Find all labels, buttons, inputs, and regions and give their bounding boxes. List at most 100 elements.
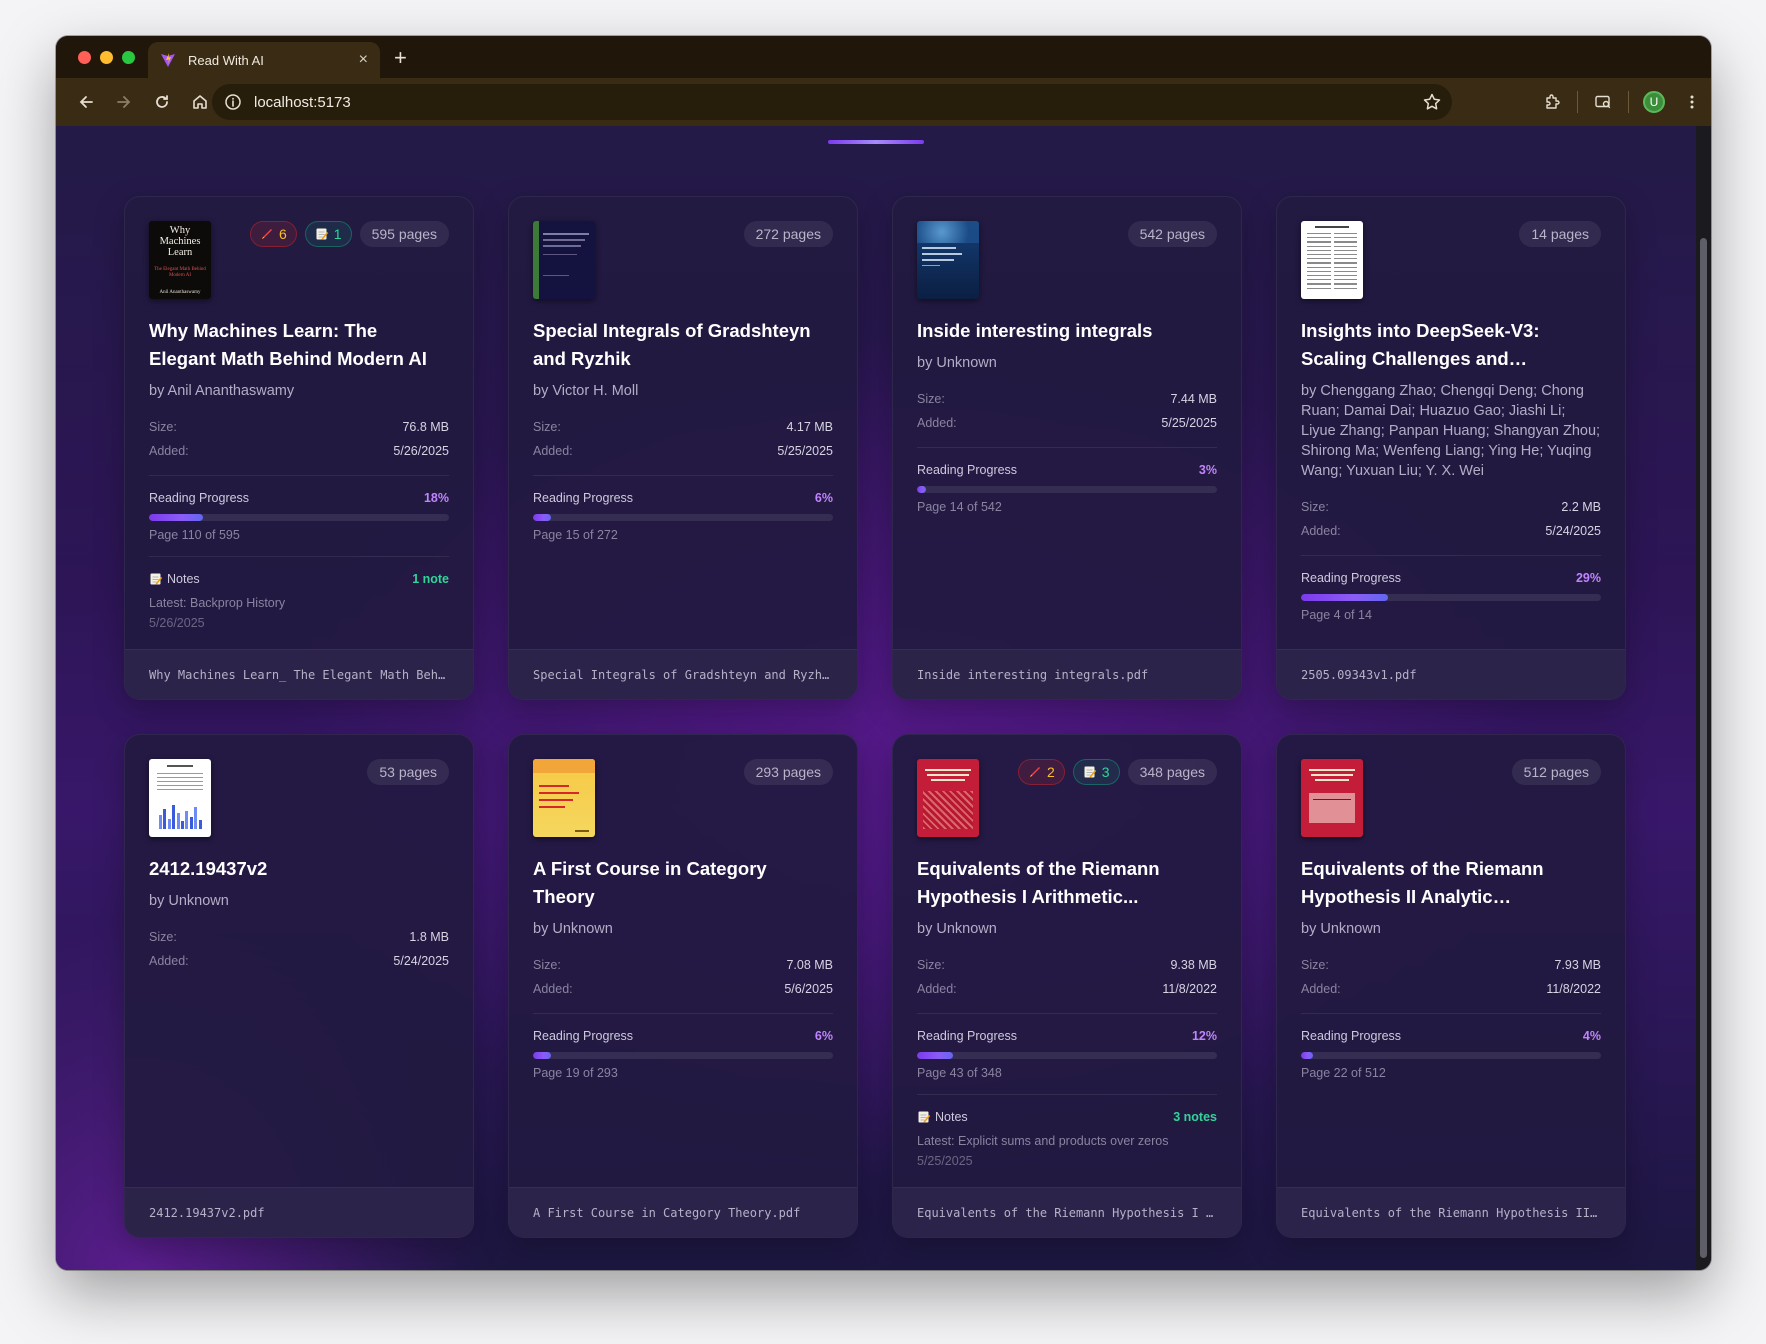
book-meta: Size: 7.44 MB Added: 5/25/2025 [917, 387, 1217, 435]
book-badges: 2 3 348 pages [1018, 759, 1217, 785]
card-footer: Equivalents of the Riemann Hypothesis II… [1277, 1187, 1625, 1237]
latest-note[interactable]: Latest: Backprop History [149, 593, 449, 613]
size-value: 76.8 MB [402, 420, 449, 434]
url-text: localhost:5173 [254, 93, 351, 111]
forward-button[interactable] [106, 84, 142, 120]
book-author: by Unknown [533, 921, 613, 937]
size-value: 7.08 MB [786, 958, 833, 972]
reload-button[interactable] [144, 84, 180, 120]
notes-count: 1 [333, 226, 342, 242]
reading-progress: Reading Progress 4% Page 22 of 512 [1301, 1013, 1601, 1082]
new-tab-button[interactable]: + [394, 45, 407, 71]
book-title[interactable]: Equivalents of the Riemann Hypothesis I … [917, 855, 1217, 911]
memo-icon [316, 228, 328, 240]
divider [533, 475, 833, 476]
book-card[interactable]: 542 pages Inside interesting integrals b… [892, 196, 1242, 700]
page-count-badge: 272 pages [743, 221, 833, 247]
book-card[interactable]: 2 3 348 pages Equivalents of the Riemann… [892, 734, 1242, 1238]
size-label: Size: [533, 420, 561, 434]
maximize-window-button[interactable] [122, 51, 135, 64]
size-value: 2.2 MB [1561, 500, 1601, 514]
minimize-window-button[interactable] [100, 51, 113, 64]
book-badges: 14 pages [1519, 221, 1601, 247]
tab-strip: Read With AI × + [56, 36, 1711, 78]
page-count-badge: 14 pages [1519, 221, 1601, 247]
size-label: Size: [149, 930, 177, 944]
highlighter-icon [1030, 767, 1040, 777]
progress-bar [917, 486, 1217, 493]
progress-percent: 6% [814, 1029, 833, 1043]
file-name: Equivalents of the Riemann Hypothesis II… [1301, 1205, 1601, 1220]
book-card[interactable]: 14 pages Insights into DeepSeek-V3: Scal… [1276, 196, 1626, 700]
extensions-button[interactable] [1533, 84, 1571, 120]
browser-tab[interactable]: Read With AI × [148, 42, 380, 78]
browser-menu-button[interactable] [1673, 84, 1711, 120]
site-info-icon[interactable] [224, 93, 242, 111]
book-author: by Unknown [917, 355, 997, 371]
book-cover [917, 221, 979, 299]
latest-note-date: 5/26/2025 [149, 616, 205, 630]
page-position: Page 14 of 542 [917, 500, 1002, 514]
reading-progress-label: Reading Progress [917, 463, 1018, 477]
back-button[interactable] [68, 84, 104, 120]
card-footer: Why Machines Learn_ The Elegant Math Beh… [125, 649, 473, 699]
divider [149, 475, 449, 476]
book-author: by Anil Ananthaswamy [149, 383, 295, 399]
notes-count-label[interactable]: 1 note [412, 569, 449, 589]
book-cover [533, 221, 595, 299]
reading-progress: Reading Progress 6% Page 19 of 293 [533, 1013, 833, 1082]
tab-close-icon[interactable]: × [359, 51, 368, 69]
book-card[interactable]: 293 pages A First Course in Category The… [508, 734, 858, 1238]
size-label: Size: [533, 958, 561, 972]
size-value: 9.38 MB [1170, 958, 1217, 972]
book-title[interactable]: A First Course in Category Theory [533, 855, 833, 911]
window-controls [78, 51, 135, 64]
book-cover [1301, 759, 1363, 837]
notes-count-label[interactable]: 3 notes [1173, 1107, 1217, 1127]
reading-progress: Reading Progress 12% Page 43 of 348 [917, 1013, 1217, 1082]
book-cover [149, 759, 211, 837]
book-card[interactable]: 53 pages 2412.19437v2 by Unknown Size: 1.… [124, 734, 474, 1238]
address-bar[interactable]: localhost:5173 [212, 84, 1452, 120]
book-title[interactable]: Special Integrals of Gradshteyn and Ryzh… [533, 317, 833, 373]
book-title[interactable]: Equivalents of the Riemann Hypothesis II… [1301, 855, 1601, 911]
book-card[interactable]: Why Machines Learn The Elegant Math Behin… [124, 196, 474, 700]
more-vertical-icon [1690, 95, 1694, 109]
scrollbar-thumb[interactable] [1700, 238, 1707, 1258]
progress-bar [1301, 594, 1601, 601]
divider [149, 556, 449, 557]
book-title[interactable]: Inside interesting integrals [917, 317, 1217, 345]
bookmark-star-icon[interactable] [1422, 92, 1442, 112]
highlights-badge: 2 [1018, 759, 1065, 785]
book-card[interactable]: 512 pages Equivalents of the Riemann Hyp… [1276, 734, 1626, 1238]
book-title[interactable]: 2412.19437v2 [149, 855, 449, 883]
close-window-button[interactable] [78, 51, 91, 64]
book-meta: Size: 7.93 MB Added: 11/8/2022 [1301, 953, 1601, 1001]
page-count-badge: 293 pages [743, 759, 833, 785]
notes-count: 3 [1101, 764, 1110, 780]
progress-bar [533, 514, 833, 521]
book-meta: Size: 4.17 MB Added: 5/25/2025 [533, 415, 833, 463]
book-title[interactable]: Why Machines Learn: The Elegant Math Beh… [149, 317, 449, 373]
book-author: by Victor H. Moll [533, 383, 639, 399]
reload-icon [156, 95, 168, 108]
profile-button[interactable]: U [1635, 84, 1673, 120]
progress-percent: 18% [423, 491, 449, 505]
book-badges: 293 pages [743, 759, 833, 785]
size-label: Size: [149, 420, 177, 434]
page-count-badge: 512 pages [1511, 759, 1601, 785]
card-footer: Special Integrals of Gradshteyn and Ryzh… [509, 649, 857, 699]
added-label: Added: [1301, 982, 1341, 996]
tab-search-button[interactable] [1584, 84, 1622, 120]
divider [1301, 1013, 1601, 1014]
file-name: 2412.19437v2.pdf [149, 1205, 265, 1220]
file-name: Why Machines Learn_ The Elegant Math Beh… [149, 667, 449, 682]
latest-note[interactable]: Latest: Explicit sums and products over … [917, 1131, 1217, 1151]
added-value: 5/25/2025 [777, 444, 833, 458]
book-card[interactable]: 272 pages Special Integrals of Gradshtey… [508, 196, 858, 700]
browser-toolbar: localhost:5173 U [56, 78, 1711, 126]
divider [917, 447, 1217, 448]
scrollbar[interactable] [1696, 126, 1711, 1270]
book-title[interactable]: Insights into DeepSeek-V3: Scaling Chall… [1301, 317, 1601, 373]
highlights-badge: 6 [250, 221, 297, 247]
